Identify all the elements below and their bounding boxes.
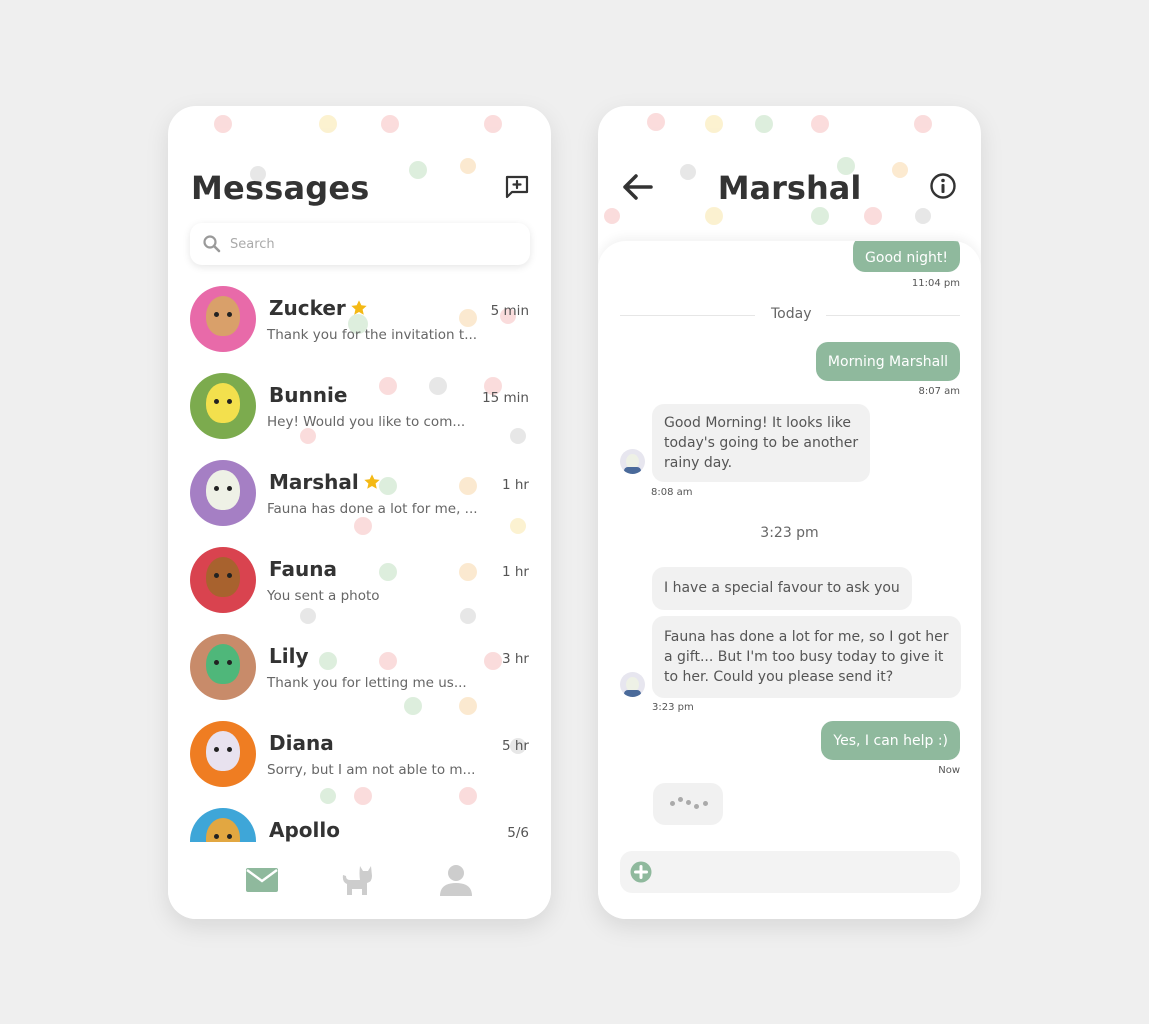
message-preview: Thank you for letting me us... bbox=[267, 675, 467, 691]
incoming-message: Good Morning! It looks like today's goin… bbox=[652, 404, 871, 482]
avatar bbox=[190, 808, 256, 842]
message-time: 15 min bbox=[482, 390, 529, 406]
search-placeholder: Search bbox=[230, 236, 275, 252]
info-icon[interactable] bbox=[929, 172, 957, 200]
avatar bbox=[190, 721, 256, 787]
contact-name-row: Fauna bbox=[269, 557, 337, 581]
conversation-item[interactable]: Fauna You sent a photo 1 hr bbox=[168, 547, 551, 634]
contact-name-row: Marshal bbox=[269, 470, 381, 494]
message-line: Fauna has done a lot for me, so I got he… bbox=[664, 629, 949, 645]
chat-title: Marshal bbox=[717, 169, 862, 207]
contact-name-row: Bunnie bbox=[269, 383, 347, 407]
search-icon bbox=[203, 235, 221, 253]
chat-thread: Good night! 11:04 pm Today Morning Marsh… bbox=[598, 241, 981, 919]
avatar bbox=[190, 460, 256, 526]
contact-name-row: Lily bbox=[269, 644, 309, 668]
contact-name: Zucker bbox=[269, 296, 346, 320]
avatar bbox=[190, 547, 256, 613]
mail-icon[interactable] bbox=[244, 862, 280, 898]
message-time: 3 hr bbox=[502, 651, 529, 667]
avatar bbox=[190, 286, 256, 352]
message-timestamp: 8:08 am bbox=[651, 487, 693, 498]
message-time: 1 hr bbox=[502, 477, 529, 493]
profile-icon[interactable] bbox=[438, 862, 474, 898]
search-input[interactable]: Search bbox=[190, 223, 530, 265]
contact-name: Diana bbox=[269, 731, 334, 755]
tab-bar bbox=[168, 842, 551, 919]
conversation-list: Zucker Thank you for the invitation t...… bbox=[168, 286, 551, 842]
message-line: rainy day. bbox=[664, 455, 733, 471]
avatar bbox=[620, 672, 645, 697]
cat-icon[interactable] bbox=[340, 862, 376, 898]
chat-screen: Marshal Good night! 11:04 pm Today Morni… bbox=[598, 106, 981, 919]
message-line: to her. Could you please send it? bbox=[664, 669, 894, 685]
add-circle-icon[interactable] bbox=[630, 861, 652, 883]
conversation-item[interactable]: Lily Thank you for letting me us... 3 hr bbox=[168, 634, 551, 721]
conversation-item[interactable]: Zucker Thank you for the invitation t...… bbox=[168, 286, 551, 373]
contact-name: Fauna bbox=[269, 557, 337, 581]
date-divider-label: Today bbox=[771, 306, 812, 322]
avatar bbox=[190, 634, 256, 700]
typing-indicator bbox=[653, 783, 723, 825]
compose-icon[interactable] bbox=[504, 174, 530, 200]
message-line: Good Morning! It looks like bbox=[664, 415, 851, 431]
message-time: 5 hr bbox=[502, 738, 529, 754]
message-input[interactable] bbox=[620, 851, 960, 893]
message-timestamp: 3:23 pm bbox=[652, 702, 694, 713]
conversation-item[interactable]: Apollo 5/6 bbox=[168, 808, 551, 842]
message-preview: Thank you for the invitation t... bbox=[267, 327, 478, 343]
contact-name: Lily bbox=[269, 644, 309, 668]
outgoing-message: Good night! bbox=[853, 241, 960, 272]
avatar bbox=[190, 373, 256, 439]
message-line: a gift... But I'm too busy today to give… bbox=[664, 649, 944, 665]
message-time: 1 hr bbox=[502, 564, 529, 580]
incoming-message: I have a special favour to ask you bbox=[652, 567, 912, 610]
messages-list-screen: Messages Search Zucker Thank you for the… bbox=[168, 106, 551, 919]
message-line: today's going to be another bbox=[664, 435, 859, 451]
contact-name-row: Apollo bbox=[269, 818, 340, 842]
page-title: Messages bbox=[191, 169, 370, 207]
contact-name: Apollo bbox=[269, 818, 340, 842]
contact-name-row: Diana bbox=[269, 731, 334, 755]
conversation-item[interactable]: Bunnie Hey! Would you like to com... 15 … bbox=[168, 373, 551, 460]
incoming-message: Fauna has done a lot for me, so I got he… bbox=[652, 616, 961, 698]
message-time: 5/6 bbox=[507, 825, 529, 841]
outgoing-message: Yes, I can help :) bbox=[821, 721, 960, 760]
outgoing-message: Morning Marshall bbox=[815, 342, 960, 381]
contact-name: Marshal bbox=[269, 470, 359, 494]
message-preview: You sent a photo bbox=[267, 588, 380, 604]
message-preview: Hey! Would you like to com... bbox=[267, 414, 466, 430]
conversation-item[interactable]: Diana Sorry, but I am not able to m... 5… bbox=[168, 721, 551, 808]
message-timestamp: 11:04 pm bbox=[911, 278, 960, 289]
divider-line bbox=[620, 315, 755, 316]
message-preview: Fauna has done a lot for me, ... bbox=[267, 501, 478, 517]
star-icon bbox=[364, 474, 380, 489]
message-timestamp: 8:07 am bbox=[918, 386, 960, 397]
conversation-item[interactable]: Marshal Fauna has done a lot for me, ...… bbox=[168, 460, 551, 547]
divider-line bbox=[826, 315, 960, 316]
message-time: 5 min bbox=[490, 303, 529, 319]
star-icon bbox=[351, 300, 367, 315]
message-preview: Sorry, but I am not able to m... bbox=[267, 762, 476, 778]
time-divider-label: 3:23 pm bbox=[760, 525, 819, 541]
avatar bbox=[620, 449, 645, 474]
contact-name-row: Zucker bbox=[269, 296, 368, 320]
message-timestamp: Now bbox=[938, 765, 960, 776]
contact-name: Bunnie bbox=[269, 383, 348, 407]
